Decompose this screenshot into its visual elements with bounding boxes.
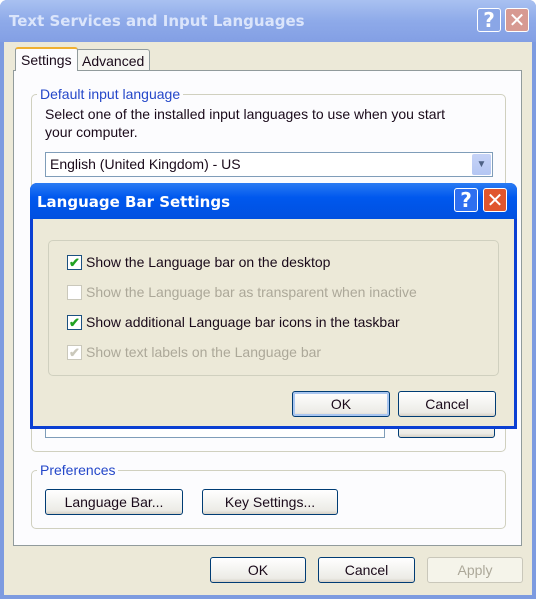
transparent-checkbox [67,285,82,300]
ok-button[interactable]: OK [210,557,306,583]
modal-cancel-button[interactable]: Cancel [398,391,496,417]
modal-ok-button[interactable]: OK [292,391,390,417]
cancel-button[interactable]: Cancel [318,557,415,583]
default-language-description: Select one of the installed input langua… [45,106,446,140]
preferences-label: Preferences [37,462,119,478]
language-bar-button[interactable]: Language Bar... [45,489,183,515]
show-language-bar-checkbox[interactable]: ✔ [67,255,82,270]
tab-settings[interactable]: Settings [15,47,78,71]
option-label: Show text labels on the Language bar [86,344,322,360]
apply-button: Apply [427,557,523,583]
modal-title-bar: Language Bar Settings ? ✕ [30,183,517,219]
close-icon[interactable]: ✕ [505,8,529,32]
window-title: Text Services and Input Languages [9,12,305,30]
chevron-down-icon[interactable]: ▼ [472,154,491,175]
help-icon[interactable]: ? [477,8,501,32]
help-icon[interactable]: ? [454,188,478,212]
taskbar-icons-checkbox[interactable]: ✔ [67,315,82,330]
option-label: Show additional Language bar icons in th… [86,314,400,330]
key-settings-button[interactable]: Key Settings... [202,489,338,515]
default-language-label: Default input language [37,86,184,102]
selected-language: English (United Kingdom) - US [50,156,241,172]
default-language-select[interactable]: English (United Kingdom) - US ▼ [45,152,493,177]
title-bar: Text Services and Input Languages ? ✕ [0,0,536,42]
close-icon[interactable]: ✕ [483,188,507,212]
modal-title: Language Bar Settings [37,193,231,211]
language-bar-settings-dialog: Language Bar Settings ? ✕ ✔ Show the Lan… [30,183,517,429]
text-labels-checkbox: ✔ [67,345,82,360]
option-label: Show the Language bar on the desktop [86,254,331,270]
tab-advanced[interactable]: Advanced [76,49,151,71]
option-label: Show the Language bar as transparent whe… [86,284,417,300]
modal-body: ✔ Show the Language bar on the desktop S… [33,219,514,426]
